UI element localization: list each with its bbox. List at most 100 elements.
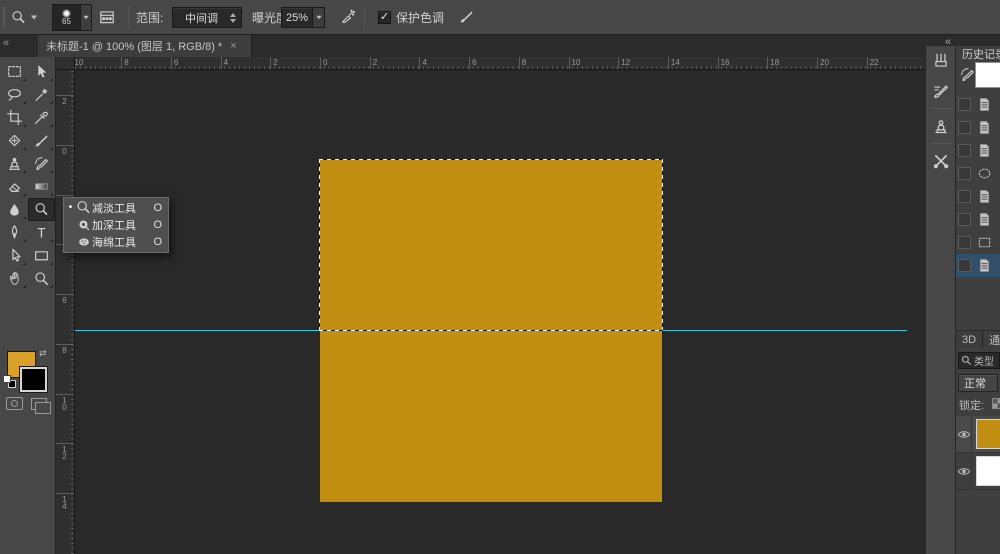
brushes-panel-button[interactable] bbox=[926, 46, 956, 76]
path-selection-tool[interactable] bbox=[1, 244, 28, 267]
flyout-item-shortcut: O bbox=[153, 201, 162, 214]
ruler-tick bbox=[667, 57, 669, 69]
exposure-caret-button[interactable] bbox=[313, 7, 325, 28]
document-tab-title: 未标题-1 @ 100% (图层 1, RGB/8) * bbox=[46, 41, 223, 53]
layer-visibility-toggle[interactable] bbox=[956, 416, 973, 452]
tool-presets-panel-button[interactable] bbox=[926, 146, 956, 176]
default-colors-icon[interactable] bbox=[3, 375, 16, 388]
history-states-list bbox=[956, 93, 1000, 277]
history-state-row[interactable] bbox=[956, 162, 1000, 185]
selection-marching-ants-top bbox=[319, 159, 663, 160]
zoom-tool[interactable] bbox=[28, 267, 55, 290]
layer-visibility-toggle[interactable] bbox=[956, 453, 973, 489]
history-brush-source-well[interactable] bbox=[958, 259, 971, 272]
ruler-tick bbox=[121, 57, 123, 69]
selection-marching-ants-left bbox=[319, 159, 320, 331]
flyout-item-shortcut: O bbox=[153, 218, 162, 231]
brush-preset-picker[interactable]: 65 bbox=[52, 4, 92, 31]
background-color-swatch[interactable] bbox=[19, 366, 48, 393]
ruler-tick bbox=[56, 294, 74, 296]
history-brush-source-well[interactable] bbox=[958, 213, 971, 226]
history-snapshot-row[interactable] bbox=[956, 60, 1000, 90]
dodge-tool-icon bbox=[10, 9, 27, 26]
range-dropdown[interactable]: 中间调 bbox=[172, 7, 242, 28]
crop-tool[interactable] bbox=[1, 106, 28, 129]
background-layer-row[interactable] bbox=[956, 453, 1000, 490]
lock-transparency-icon[interactable] bbox=[992, 398, 1000, 409]
collapse-left-icon[interactable]: « bbox=[3, 37, 9, 49]
flyout-item-减淡工具[interactable]: • 减淡工具 O bbox=[64, 199, 168, 216]
history-state-row[interactable] bbox=[956, 116, 1000, 139]
brush-pressure-toggle-button[interactable] bbox=[458, 8, 475, 25]
panel-tab-通道[interactable]: 通道 bbox=[983, 331, 1000, 348]
lasso-tool[interactable] bbox=[1, 83, 28, 106]
healing-brush-tool[interactable] bbox=[1, 129, 28, 152]
dodge-tool[interactable] bbox=[28, 198, 55, 221]
clone-stamp-tool[interactable] bbox=[1, 152, 28, 175]
eraser-tool[interactable] bbox=[1, 175, 28, 198]
quick-mask-button[interactable] bbox=[6, 397, 23, 410]
selection-marching-ants-bottom bbox=[319, 330, 663, 331]
blend-mode-dropdown[interactable]: 正常 bbox=[958, 374, 998, 392]
shape-tool[interactable] bbox=[28, 244, 55, 267]
history-brush-tool[interactable] bbox=[28, 152, 55, 175]
selrect-icon bbox=[977, 235, 992, 250]
ruler-number: 2 bbox=[273, 58, 278, 67]
magic-wand-tool[interactable] bbox=[28, 83, 55, 106]
exposure-value-field[interactable]: 25% bbox=[281, 7, 313, 28]
selellipse-icon bbox=[977, 166, 992, 181]
flyout-item-label: 加深工具 bbox=[92, 219, 136, 232]
airbrush-toggle-button[interactable] bbox=[340, 9, 356, 25]
history-state-row[interactable] bbox=[956, 254, 1000, 277]
brushes_panel-icon bbox=[932, 52, 950, 70]
ruler-number: 8 bbox=[124, 58, 129, 67]
flyout-item-加深工具[interactable]: 加深工具 O bbox=[64, 216, 168, 233]
history-state-row[interactable] bbox=[956, 93, 1000, 116]
ruler-tick bbox=[56, 343, 74, 345]
layer-list bbox=[956, 416, 1000, 490]
brush-preview: 65 bbox=[53, 5, 80, 30]
type-tool[interactable]: T bbox=[28, 221, 55, 244]
document-tab-bar: « 未标题-1 @ 100% (图层 1, RGB/8) * × bbox=[0, 35, 1000, 57]
swap-colors-icon[interactable]: ⇄ bbox=[39, 348, 47, 359]
move-tool[interactable] bbox=[28, 60, 55, 83]
history-state-row[interactable] bbox=[956, 208, 1000, 231]
history-brush-source-well[interactable] bbox=[958, 190, 971, 203]
flyout-item-海绵工具[interactable]: 海绵工具 O bbox=[64, 233, 168, 250]
history-brush-source-well[interactable] bbox=[958, 144, 971, 157]
history-brush-source-well[interactable] bbox=[958, 167, 971, 180]
protect-tones-checkbox[interactable]: ✓ bbox=[378, 11, 391, 24]
pen-tool[interactable] bbox=[1, 221, 28, 244]
panel-tab-strip: 3D通道 bbox=[956, 330, 1000, 348]
document-tab[interactable]: 未标题-1 @ 100% (图层 1, RGB/8) * × bbox=[38, 35, 252, 57]
brush-picker-caret[interactable] bbox=[80, 5, 91, 30]
ruler-number: 12 bbox=[60, 445, 69, 460]
layer-1-row[interactable] bbox=[956, 416, 1000, 453]
doc-icon bbox=[977, 212, 992, 227]
history-state-row[interactable] bbox=[956, 139, 1000, 162]
toggle-brush-panel-button[interactable] bbox=[98, 8, 116, 26]
history-brush-source-well[interactable] bbox=[958, 236, 971, 249]
ruler-tick bbox=[717, 57, 719, 69]
history-brush-source-well[interactable] bbox=[958, 98, 971, 111]
history-brush-source-icon[interactable] bbox=[959, 66, 976, 83]
collapse-panels-icon[interactable]: « bbox=[945, 36, 951, 48]
gradient-tool[interactable] bbox=[28, 175, 55, 198]
history-brush-source-well[interactable] bbox=[958, 121, 971, 134]
brush-tool[interactable] bbox=[28, 129, 55, 152]
layer-filter-dropdown[interactable]: 类型 bbox=[958, 352, 1000, 369]
hand-tool[interactable] bbox=[1, 267, 28, 290]
panel-tab-3D[interactable]: 3D bbox=[956, 331, 984, 348]
brush-presets-panel-button[interactable] bbox=[926, 76, 956, 106]
screen-mode-button[interactable] bbox=[31, 398, 51, 414]
history-state-row[interactable] bbox=[956, 231, 1000, 254]
eyedropper-tool[interactable] bbox=[28, 106, 55, 129]
history-state-row[interactable] bbox=[956, 185, 1000, 208]
clone-source-panel-button[interactable] bbox=[926, 111, 956, 141]
tool-preset-picker[interactable] bbox=[10, 5, 48, 30]
blur-tool[interactable] bbox=[1, 198, 28, 221]
rectangular-marquee-tool[interactable] bbox=[1, 60, 28, 83]
ruler-number: 10 bbox=[60, 395, 69, 410]
close-tab-icon[interactable]: × bbox=[230, 40, 236, 52]
ruler-tick bbox=[170, 57, 172, 69]
